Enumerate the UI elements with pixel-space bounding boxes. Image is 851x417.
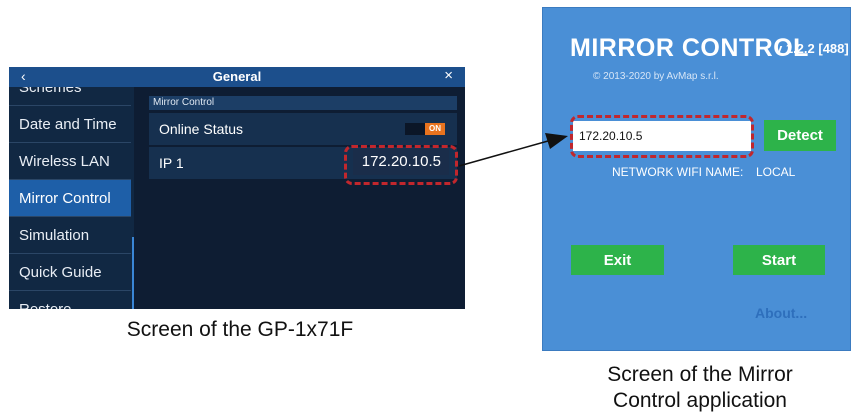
connector-arrow: [458, 133, 568, 167]
arrow-line: [458, 140, 549, 167]
arrow-head-icon: [545, 133, 568, 149]
